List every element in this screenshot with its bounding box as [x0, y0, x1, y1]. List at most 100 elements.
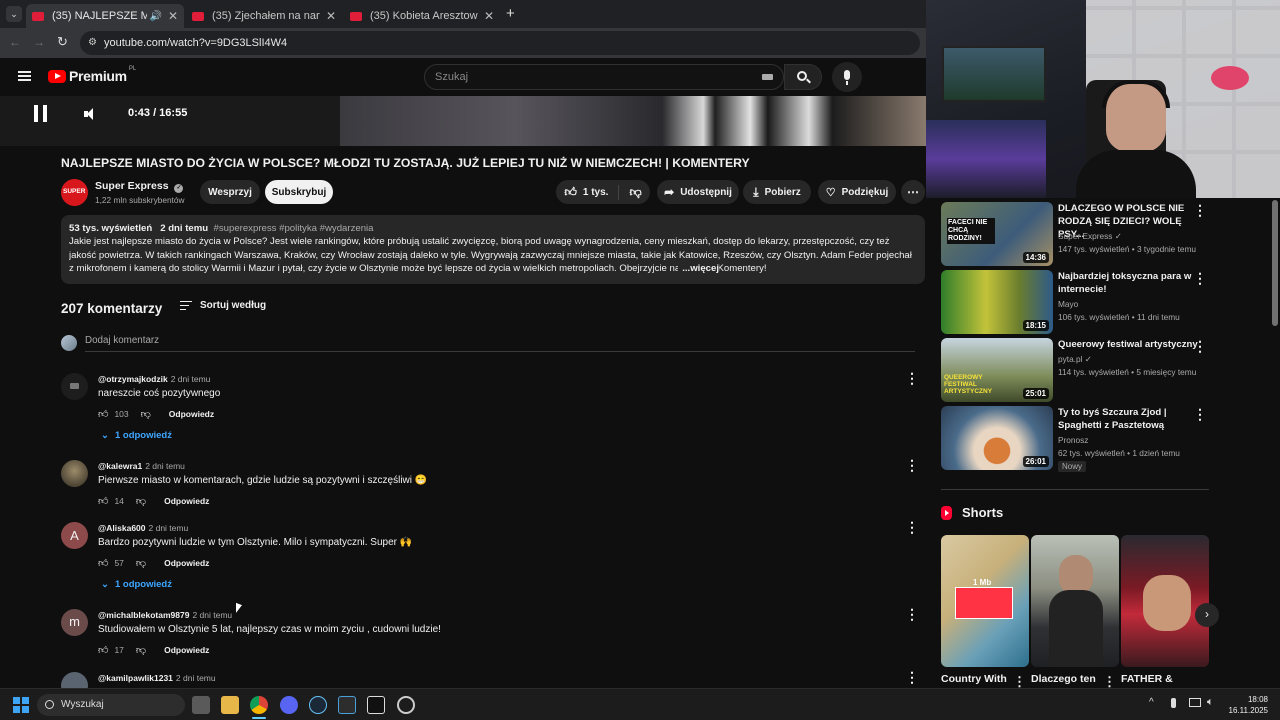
related-channel[interactable]: Pronosz [1058, 435, 1088, 445]
add-comment-input[interactable]: Dodaj komentarz [85, 335, 915, 352]
site-info-icon[interactable]: ⚙ [88, 31, 97, 55]
related-channel[interactable]: Super Express ✓ [1058, 231, 1122, 241]
thumbs-up-icon[interactable]: 👍︎ [98, 495, 108, 507]
youtube-logo[interactable]: Premium PL [48, 66, 136, 84]
share-button[interactable]: ➦ Udostępnij [657, 180, 739, 204]
more-vert-icon[interactable]: ⋮ [1193, 338, 1207, 355]
microphone-icon[interactable] [1171, 698, 1176, 708]
epic-games-icon[interactable] [367, 696, 385, 714]
tab-close-icon[interactable]: ✕ [168, 9, 178, 23]
tab-search-button[interactable]: ⌄ [6, 6, 22, 22]
join-button[interactable]: Wesprzyj [200, 180, 260, 204]
volume-icon[interactable] [84, 108, 96, 120]
comment-avatar[interactable] [61, 460, 88, 487]
taskbar-clock[interactable]: 18:08 16.11.2025 [1229, 694, 1268, 716]
dislike-button[interactable]: 👎︎ [619, 185, 641, 200]
task-view-icon[interactable] [192, 696, 210, 714]
related-video-item[interactable]: QUEEROWY FESTIWAL ARTYSTYCZNY 25:01 Quee… [941, 338, 1221, 402]
comment-author[interactable]: @kalewra1 2 dni temu [98, 461, 185, 471]
thanks-button[interactable]: ♡ Podziękuj [818, 180, 896, 204]
speaker-icon[interactable]: 🔈︎ [1207, 696, 1214, 709]
page-scrollbar[interactable] [1272, 200, 1278, 326]
tab-close-icon[interactable]: ✕ [326, 9, 336, 23]
short-item[interactable]: 1 Mb [941, 535, 1029, 667]
like-button[interactable]: 👍︎ 1 tys. [564, 184, 620, 200]
hashtags[interactable]: #superexpress #polityka #wydarzenia [214, 223, 374, 234]
file-explorer-icon[interactable] [221, 696, 239, 714]
comment-menu-icon[interactable] [905, 457, 919, 475]
video-player[interactable]: 0:43 / 16:55 [0, 96, 926, 146]
comment-author[interactable]: @kamilpawlik1231 2 dni temu [98, 673, 216, 683]
related-thumbnail[interactable]: 18:15 [941, 270, 1053, 334]
forward-icon[interactable]: → [33, 35, 45, 49]
thumbs-up-icon[interactable]: 👍︎ [98, 408, 108, 420]
reply-button[interactable]: Odpowiedz [164, 496, 209, 506]
related-channel[interactable]: pyta.pl ✓ [1058, 354, 1092, 364]
monitor-icon[interactable] [1189, 698, 1201, 707]
thumbs-down-icon[interactable]: 👎︎ [136, 495, 146, 507]
thumbs-down-icon[interactable]: 👎︎ [136, 644, 146, 656]
description-box[interactable]: 53 tys. wyświetleń 2 dni temu #superexpr… [61, 215, 925, 284]
comment-author[interactable]: @Aliska600 2 dni temu [98, 523, 188, 533]
related-video-item[interactable]: 18:15 Najbardziej toksyczna para w inter… [941, 270, 1221, 334]
new-tab-button[interactable]: + [506, 5, 515, 22]
steam-icon[interactable] [309, 696, 327, 714]
thumbs-down-icon[interactable]: 👎︎ [136, 557, 146, 569]
search-input[interactable]: Szukaj [424, 64, 784, 90]
subscribe-button[interactable]: Subskrybuj [265, 180, 333, 204]
chrome-icon[interactable] [250, 696, 268, 714]
channel-name[interactable]: Super Express ✓ [95, 180, 184, 193]
comment-menu-icon[interactable] [905, 519, 919, 537]
show-replies-button[interactable]: ⌄ 1 odpowiedź [101, 579, 172, 590]
reply-button[interactable]: Odpowiedz [164, 558, 209, 568]
related-video-item[interactable]: FACECI NIE CHCĄ RODZINY! 14:36 DLACZEGO … [941, 202, 1221, 266]
show-replies-button[interactable]: ⌄ 1 odpowiedź [101, 430, 172, 441]
search-button[interactable] [784, 64, 822, 90]
url-field[interactable]: ⚙ youtube.com/watch?v=9DG3LSlI4W4 [80, 31, 920, 55]
reply-button[interactable]: Odpowiedz [164, 645, 209, 655]
comment-menu-icon[interactable] [905, 370, 919, 388]
channel-avatar[interactable]: SUPER [61, 179, 88, 206]
related-thumbnail[interactable]: QUEEROWY FESTIWAL ARTYSTYCZNY 25:01 [941, 338, 1053, 402]
comment-avatar[interactable] [61, 373, 88, 400]
keyboard-icon[interactable] [762, 74, 773, 80]
thumbs-down-icon[interactable]: 👎︎ [141, 408, 151, 420]
more-vert-icon[interactable]: ⋮ [1193, 406, 1207, 423]
shorts-next-button[interactable]: › [1195, 603, 1219, 627]
pause-icon[interactable] [34, 105, 47, 122]
voice-search-button[interactable] [832, 62, 862, 92]
comment-avatar[interactable]: A [61, 522, 88, 549]
app-icon[interactable] [397, 696, 415, 714]
back-icon[interactable]: ← [9, 35, 21, 49]
more-vert-icon[interactable]: ⋮ [1193, 202, 1207, 219]
discord-icon[interactable] [280, 696, 298, 714]
related-thumbnail[interactable]: 26:01 [941, 406, 1053, 470]
thumbs-up-icon[interactable]: 👍︎ [98, 644, 108, 656]
tab-close-icon[interactable]: ✕ [484, 9, 494, 23]
description-more-link[interactable]: ...więcej [678, 262, 719, 276]
comment-avatar[interactable] [61, 672, 88, 688]
comment-author[interactable]: @otrzymajkodzik 2 dni temu [98, 374, 210, 384]
browser-tab[interactable]: (35) Kobieta Aresztowana za U ✕ [344, 4, 500, 28]
related-video-item[interactable]: 26:01 Ty to byś Szczura Zjod | Spaghetti… [941, 406, 1221, 472]
reply-button[interactable]: Odpowiedz [169, 409, 214, 419]
comment-menu-icon[interactable] [905, 606, 919, 624]
taskbar-search[interactable]: Wyszukaj [37, 694, 185, 716]
app-icon[interactable] [338, 696, 356, 714]
comment-author[interactable]: @michalblekotam9879 2 dni temu [98, 610, 232, 620]
reload-icon[interactable]: ↻ [57, 34, 68, 50]
sort-button[interactable]: Sortuj według [180, 300, 266, 311]
menu-icon[interactable] [18, 71, 31, 81]
related-thumbnail[interactable]: FACECI NIE CHCĄ RODZINY! 14:36 [941, 202, 1053, 266]
related-channel[interactable]: Mayo [1058, 299, 1078, 309]
more-actions-button[interactable]: ⋯ [901, 180, 925, 204]
thumbs-up-icon[interactable]: 👍︎ [98, 557, 108, 569]
short-item[interactable] [1031, 535, 1119, 667]
browser-tab[interactable]: (35) Zjechałem na nartach z M ✕ [186, 4, 342, 28]
more-vert-icon[interactable]: ⋮ [1193, 270, 1207, 287]
windows-start-icon[interactable] [13, 697, 29, 713]
download-button[interactable]: ⤓ Pobierz [743, 180, 811, 204]
short-item[interactable] [1121, 535, 1209, 667]
chevron-up-icon[interactable]: ^ [1149, 697, 1154, 708]
comment-avatar[interactable]: m [61, 609, 88, 636]
